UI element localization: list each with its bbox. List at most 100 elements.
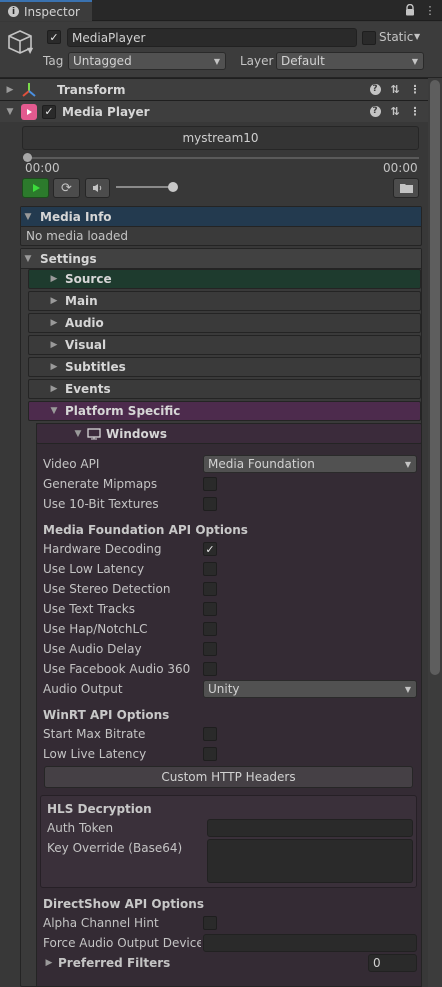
key-override-input[interactable] xyxy=(207,839,413,883)
main-section[interactable]: ▶ Main xyxy=(28,291,421,311)
tab-inspector[interactable]: i Inspector xyxy=(0,0,92,21)
help-icon[interactable]: ? xyxy=(368,104,382,118)
expand-arrow-icon[interactable]: ▶ xyxy=(47,318,61,328)
stereo-detection-checkbox[interactable] xyxy=(203,582,217,596)
platform-specific-section[interactable]: ▼ Platform Specific xyxy=(28,401,421,421)
expand-arrow-icon[interactable]: ▶ xyxy=(47,274,61,284)
audio-title: Audio xyxy=(65,316,104,330)
collapse-arrow-icon[interactable]: ▼ xyxy=(21,212,35,222)
menu-dots-icon[interactable]: ⋮ xyxy=(408,104,422,118)
mute-button[interactable] xyxy=(85,178,110,198)
tag-dropdown[interactable]: Untagged ▼ xyxy=(68,52,226,70)
collapse-arrow-icon[interactable]: ▼ xyxy=(47,406,61,416)
scrollbar-thumb[interactable] xyxy=(430,80,440,675)
transform-component-header[interactable]: ▶ Transform ? ⇅ ⋮ xyxy=(0,78,442,100)
custom-http-headers-button[interactable]: Custom HTTP Headers xyxy=(44,766,413,788)
alpha-channel-hint-checkbox[interactable] xyxy=(203,916,217,930)
visual-section[interactable]: ▶ Visual xyxy=(28,335,421,355)
collapse-arrow-icon[interactable]: ▼ xyxy=(21,254,35,264)
stream-name-bar[interactable]: mystream10 xyxy=(22,126,419,150)
hap-notch-checkbox[interactable] xyxy=(203,622,217,636)
low-latency-label: Use Low Latency xyxy=(43,562,145,576)
audio-output-value: Unity xyxy=(208,682,240,696)
audio-section[interactable]: ▶ Audio xyxy=(28,313,421,333)
subtitles-title: Subtitles xyxy=(65,360,126,374)
hardware-decoding-label: Hardware Decoding xyxy=(43,542,162,556)
audio-output-dropdown[interactable]: Unity ▼ xyxy=(203,680,417,698)
loop-button[interactable]: ⟳ xyxy=(53,178,80,198)
expand-arrow-icon[interactable]: ▶ xyxy=(3,85,17,95)
video-api-value: Media Foundation xyxy=(208,457,315,471)
chevron-down-icon: ▼ xyxy=(404,459,411,469)
events-section[interactable]: ▶ Events xyxy=(28,379,421,399)
menu-dots-icon[interactable]: ⋮ xyxy=(408,82,422,96)
custom-http-headers-label: Custom HTTP Headers xyxy=(161,770,296,784)
expand-arrow-icon[interactable]: ▶ xyxy=(47,362,61,372)
expand-arrow-icon[interactable]: ▶ xyxy=(42,958,56,968)
stream-name: mystream10 xyxy=(182,131,259,145)
collapse-arrow-icon[interactable]: ▼ xyxy=(71,429,85,439)
auth-token-label: Auth Token xyxy=(47,821,114,835)
force-audio-device-input[interactable] xyxy=(203,934,417,952)
generate-mipmaps-checkbox[interactable] xyxy=(203,477,217,491)
audio-delay-checkbox[interactable] xyxy=(203,642,217,656)
media-player-title: Media Player xyxy=(62,104,150,119)
gameobject-name-field[interactable]: MediaPlayer xyxy=(67,28,357,47)
alpha-channel-hint-label: Alpha Channel Hint xyxy=(43,916,159,930)
media-info-title: Media Info xyxy=(40,209,112,224)
settings-header[interactable]: ▼ Settings xyxy=(21,249,421,269)
preferred-filters-count-input[interactable]: 0 xyxy=(368,954,417,972)
open-folder-button[interactable] xyxy=(393,178,419,198)
source-section[interactable]: ▶ Source xyxy=(28,269,421,289)
chevron-down-icon: ▼ xyxy=(213,56,220,66)
subtitles-section[interactable]: ▶ Subtitles xyxy=(28,357,421,377)
facebook-audio-checkbox[interactable] xyxy=(203,662,217,676)
expand-arrow-icon[interactable]: ▶ xyxy=(47,340,61,350)
help-icon[interactable]: ? xyxy=(368,82,382,96)
loop-icon: ⟳ xyxy=(61,180,72,196)
time-current: 00:00 xyxy=(25,161,60,175)
source-title: Source xyxy=(65,272,112,286)
settings-title: Settings xyxy=(40,251,97,266)
start-max-bitrate-checkbox[interactable] xyxy=(203,727,217,741)
volume-thumb[interactable] xyxy=(168,182,178,192)
settings-sliders-icon[interactable]: ⇅ xyxy=(388,104,402,118)
expand-arrow-icon[interactable]: ▶ xyxy=(47,296,61,306)
mf-options-header: Media Foundation API Options xyxy=(43,523,248,537)
active-toggle[interactable]: ✓ xyxy=(47,30,61,44)
volume-slider[interactable] xyxy=(116,181,180,193)
low-latency-checkbox[interactable] xyxy=(203,562,217,576)
tag-value: Untagged xyxy=(73,54,132,68)
video-api-dropdown[interactable]: Media Foundation ▼ xyxy=(203,455,417,473)
settings-sliders-icon[interactable]: ⇅ xyxy=(388,82,402,96)
video-api-label: Video API xyxy=(43,457,100,471)
layer-dropdown[interactable]: Default ▼ xyxy=(276,52,424,70)
collapse-arrow-icon[interactable]: ▼ xyxy=(3,107,17,117)
play-icon xyxy=(32,184,40,192)
text-tracks-checkbox[interactable] xyxy=(203,602,217,616)
static-toggle[interactable] xyxy=(362,31,376,45)
windows-section[interactable]: ▼ Windows xyxy=(36,423,422,444)
hardware-decoding-checkbox[interactable]: ✓ xyxy=(203,542,217,556)
expand-arrow-icon[interactable]: ▶ xyxy=(47,384,61,394)
stereo-detection-label: Use Stereo Detection xyxy=(43,582,171,596)
preferred-filters-count: 0 xyxy=(373,956,381,970)
force-audio-device-label: Force Audio Output Device Name xyxy=(43,936,201,950)
media-player-enabled-toggle[interactable]: ✓ xyxy=(42,104,56,119)
static-dropdown-arrow-icon[interactable]: ▼ xyxy=(414,32,420,41)
auth-token-input[interactable] xyxy=(207,819,413,837)
hap-notch-label: Use Hap/NotchLC xyxy=(43,622,148,636)
lock-icon[interactable] xyxy=(403,3,417,17)
media-info-header[interactable]: ▼ Media Info xyxy=(21,207,421,227)
winrt-options-header: WinRT API Options xyxy=(43,708,170,722)
chevron-down-icon[interactable]: ▼ xyxy=(27,46,33,55)
play-button[interactable] xyxy=(22,178,49,198)
timeline-slider[interactable] xyxy=(23,153,419,163)
tab-bar: i Inspector ⋮ xyxy=(0,0,442,21)
media-player-component-header[interactable]: ▼ ✓ Media Player ? ⇅ ⋮ xyxy=(0,100,442,122)
media-info-panel: ▼ Media Info No media loaded xyxy=(20,206,422,246)
speaker-icon xyxy=(92,184,101,192)
menu-dots-icon[interactable]: ⋮ xyxy=(423,3,437,17)
low-live-latency-checkbox[interactable] xyxy=(203,747,217,761)
use-10bit-checkbox[interactable] xyxy=(203,497,217,511)
